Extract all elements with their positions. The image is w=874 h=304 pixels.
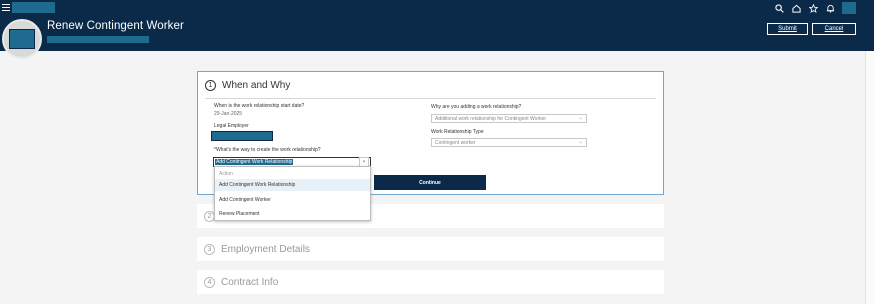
step-number: 1 — [205, 80, 216, 91]
worker-name — [47, 36, 149, 43]
cancel-button[interactable]: Cancel — [812, 23, 856, 35]
legal-employer-label: Legal Employer — [214, 123, 249, 129]
page-title: Renew Contingent Worker — [47, 20, 184, 32]
section-title: Employment Details — [221, 244, 310, 255]
bell-icon[interactable] — [825, 3, 836, 14]
section-header[interactable]: 1 When and Why — [205, 80, 290, 91]
divider — [205, 98, 656, 99]
avatar-image — [9, 29, 35, 49]
employment-details-section[interactable]: 3 Employment Details — [197, 237, 664, 261]
section-title: When and Why — [222, 80, 291, 91]
user-avatar-button[interactable] — [842, 2, 856, 14]
dropdown-option[interactable]: Add Contingent Work Relationship — [215, 179, 370, 191]
page-scrollbar[interactable] — [865, 51, 874, 304]
avatar — [2, 19, 42, 59]
chevron-down-icon: ⌄ — [578, 115, 583, 121]
start-date-value: 29-Jan-2025 — [214, 111, 243, 117]
section-header: 3 Employment Details — [204, 244, 310, 255]
type-select[interactable]: Contingent worker ⌄ — [431, 138, 587, 147]
home-icon[interactable] — [791, 3, 802, 14]
search-icon[interactable] — [774, 3, 785, 14]
brand-logo[interactable] — [12, 2, 55, 13]
global-toolbar — [774, 2, 856, 14]
continue-button[interactable]: Continue — [374, 175, 486, 190]
way-label: *What's the way to create the work relat… — [214, 147, 321, 153]
chevron-down-icon: ⌄ — [578, 139, 583, 145]
reason-label: Why are you adding a work relationship? — [431, 104, 522, 110]
step-number: 4 — [204, 277, 215, 288]
dropdown-option[interactable]: Renew Placement — [215, 208, 370, 220]
star-icon[interactable] — [808, 3, 819, 14]
way-dropdown-list: Action Add Contingent Work Relationship … — [214, 166, 371, 221]
top-header: Renew Contingent Worker Submit Cancel — [0, 0, 874, 51]
start-date-label: When is the work relationship start date… — [214, 103, 305, 109]
reason-select-value: Additional work relationship for Conting… — [435, 116, 547, 122]
type-label: Work Relationship Type — [431, 129, 484, 135]
legal-employer-value — [211, 131, 273, 141]
section-title: Contract Info — [221, 277, 279, 288]
submit-button[interactable]: Submit — [767, 23, 808, 35]
section-header: 4 Contract Info — [204, 277, 278, 288]
dropdown-option[interactable]: Add Contingent Worker — [215, 194, 370, 206]
step-number: 3 — [204, 244, 215, 255]
contract-info-section[interactable]: 4 Contract Info — [197, 270, 664, 294]
type-select-value: Contingent worker — [435, 140, 476, 146]
menu-icon[interactable] — [2, 4, 10, 11]
way-combobox-value: Add Contingent Work Relationship — [215, 159, 294, 165]
reason-select[interactable]: Additional work relationship for Conting… — [431, 114, 587, 123]
